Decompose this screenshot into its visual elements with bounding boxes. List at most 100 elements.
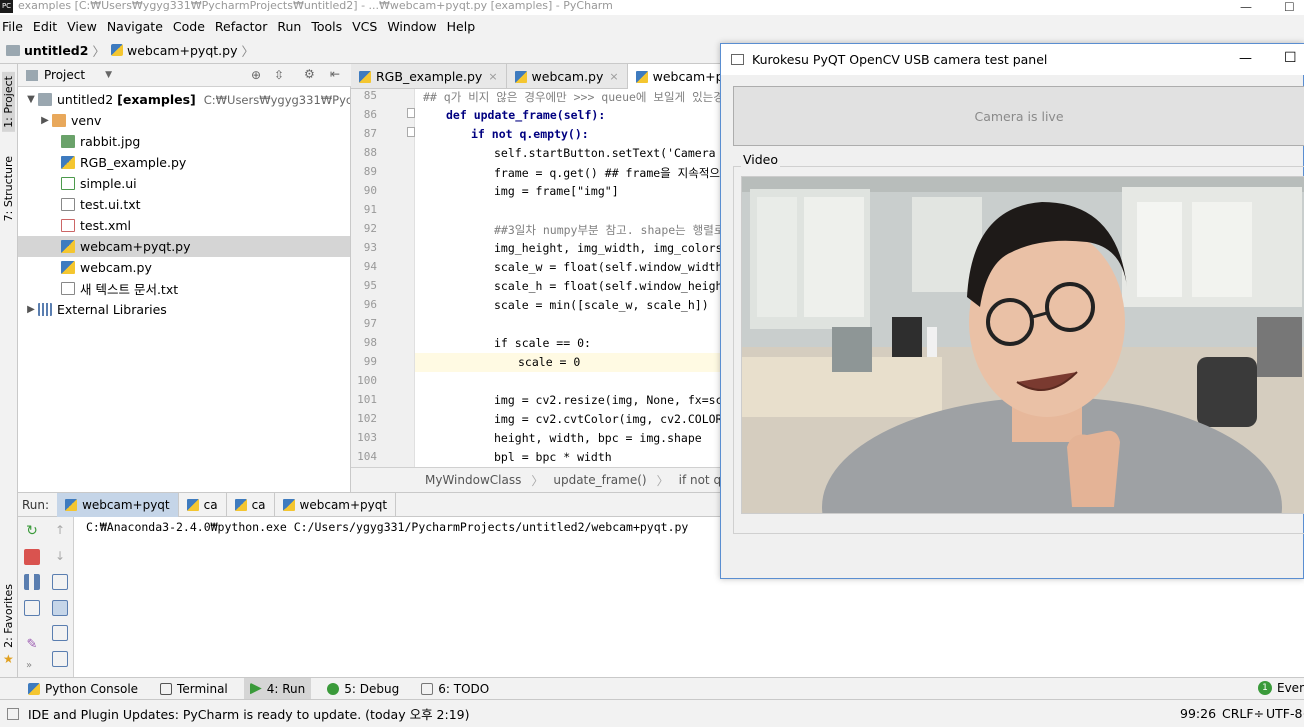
run-tab-webcam-pyqt[interactable]: webcam+pyqt (57, 492, 179, 517)
side-tab-project[interactable]: 1: Project (2, 72, 15, 132)
tab-label: webcam.py (531, 69, 604, 84)
python-file-icon (282, 498, 295, 511)
run-tab-ca[interactable]: ca (179, 492, 227, 517)
tree-item-test-xml[interactable]: test.xml (18, 215, 350, 236)
tree-item-simple-ui[interactable]: simple.ui (18, 173, 350, 194)
run-tab-label: ca (203, 497, 218, 512)
window-title-bar: PC examples [C:₩Users₩ygyg331₩PycharmProj… (0, 0, 1304, 15)
project-panel-title[interactable]: Project (44, 68, 85, 82)
code-line: img_height, img_width, img_colors = im (494, 241, 723, 255)
run-tab-label: webcam+pyqt (82, 497, 170, 512)
line-separator[interactable]: CRLF÷ (1222, 706, 1264, 721)
collapsed-arrow-icon[interactable]: ▶ (38, 115, 52, 126)
maximize-icon[interactable]: ☐ (1284, 0, 1295, 14)
rerun-icon[interactable]: ↻ (24, 523, 40, 539)
dropdown-arrow-icon[interactable]: ▼ (105, 70, 112, 80)
tree-item-test-ui-txt[interactable]: test.ui.txt (18, 194, 350, 215)
editor-gutter: 85 86 87 88 89 90 91 92 93 94 95 96 97 9… (351, 89, 415, 467)
collapse-icon[interactable]: ⇳ (274, 68, 284, 82)
tree-item-webcam[interactable]: webcam.py (18, 257, 350, 278)
file-encoding[interactable]: UTF-8÷ (1266, 706, 1304, 721)
fold-icon[interactable] (407, 127, 415, 137)
tab-webcam[interactable]: webcam.py × (507, 64, 628, 89)
close-icon[interactable]: × (488, 70, 497, 83)
menu-help[interactable]: Help (447, 19, 476, 34)
nav-file[interactable]: webcam+pyqt.py (127, 43, 238, 58)
pause-icon[interactable] (24, 574, 40, 590)
breadcrumb-class[interactable]: MyWindowClass (425, 473, 521, 487)
line-number: 102 (357, 412, 377, 425)
tree-item-webcam-pyqt[interactable]: webcam+pyqt.py (18, 236, 350, 257)
menu-edit[interactable]: Edit (33, 19, 57, 34)
menu-window[interactable]: Window (387, 19, 436, 34)
side-tab-structure[interactable]: 7: Structure (2, 156, 15, 221)
tool-debug[interactable]: 5: Debug (321, 678, 405, 699)
status-toggle-icon[interactable] (7, 707, 19, 720)
tree-item-venv[interactable]: ▶ venv (18, 110, 350, 131)
menu-tools[interactable]: Tools (311, 19, 342, 34)
menu-code[interactable]: Code (173, 19, 205, 34)
start-button[interactable]: Camera is live (733, 86, 1304, 146)
menu-view[interactable]: View (67, 19, 97, 34)
tree-item-external-libraries[interactable]: ▶ External Libraries (18, 299, 350, 320)
pin-icon[interactable]: ✎ (24, 637, 40, 653)
menu-file[interactable]: File (2, 19, 23, 34)
tool-todo[interactable]: 6: TODO (415, 678, 495, 699)
arrow-down-icon[interactable]: ↓ (52, 549, 68, 565)
arrow-up-icon[interactable]: ↑ (52, 523, 68, 539)
tool-terminal[interactable]: Terminal (154, 678, 234, 699)
hide-panel-icon[interactable]: ⇤ (330, 67, 340, 81)
fold-icon[interactable] (407, 108, 415, 118)
code-line: frame = q.get() ## frame을 지속적으로 (494, 166, 726, 180)
tree-root[interactable]: ▼ untitled2 [examples] C:₩Users₩ygyg331₩… (18, 89, 350, 110)
ui-file-icon (61, 177, 75, 190)
code-editor[interactable]: ## q가 비지 않은 경우에만 >>> queue에 보일게 있는경 def … (415, 89, 726, 467)
tool-python-console[interactable]: Python Console (22, 678, 144, 699)
layout-icon[interactable] (24, 600, 40, 616)
folder-icon (52, 114, 66, 127)
more-icon[interactable]: » (26, 660, 42, 676)
tab-rgb-example[interactable]: RGB_example.py × (351, 64, 507, 89)
code-line: ##3일차 numpy부분 참고. shape는 행렬로 (494, 223, 725, 237)
menu-navigate[interactable]: Navigate (107, 19, 163, 34)
menu-refactor[interactable]: Refactor (215, 19, 267, 34)
collapsed-arrow-icon[interactable]: ▶ (24, 304, 38, 315)
stop-icon[interactable] (24, 549, 40, 565)
root-tag: [examples] (117, 92, 196, 107)
python-file-icon (110, 44, 123, 56)
nav-project[interactable]: untitled2 (24, 43, 88, 58)
minimize-icon[interactable]: — (1239, 51, 1252, 66)
menu-run[interactable]: Run (277, 19, 301, 34)
tree-item-rgb-example[interactable]: RGB_example.py (18, 152, 350, 173)
cursor-position[interactable]: 99:26 (1180, 706, 1216, 721)
trash-icon[interactable] (52, 651, 68, 667)
tree-item-label: webcam+pyqt.py (80, 239, 191, 254)
line-number: 104 (357, 450, 377, 463)
tree-item-new-text[interactable]: 새 텍스트 문서.txt (18, 278, 350, 299)
code-line: if scale == 0: (494, 336, 591, 350)
line-number: 94 (363, 260, 377, 273)
run-tab-webcam-pyqt[interactable]: webcam+pyqt (275, 492, 397, 517)
expanded-arrow-icon[interactable]: ▼ (24, 94, 38, 105)
tool-run[interactable]: 4: Run (243, 678, 312, 699)
folder-icon (6, 44, 20, 56)
run-tab-ca[interactable]: ca (227, 492, 275, 517)
minimize-icon[interactable]: — (1240, 0, 1252, 14)
soft-wrap-icon[interactable] (52, 574, 68, 590)
scroll-to-end-icon[interactable] (52, 600, 68, 616)
line-number: 86 (363, 108, 377, 121)
target-icon[interactable]: ⊕ (251, 68, 261, 82)
side-tab-favorites[interactable]: 2: Favorites (2, 584, 15, 648)
tree-item-rabbit[interactable]: rabbit.jpg (18, 131, 350, 152)
breadcrumb-function[interactable]: update_frame() (553, 473, 646, 487)
maximize-icon[interactable]: ☐ (1284, 50, 1297, 66)
print-icon[interactable] (52, 625, 68, 641)
close-icon[interactable]: × (609, 70, 618, 83)
gear-icon[interactable]: ⚙ (304, 67, 315, 81)
line-number: 100 (357, 374, 377, 387)
library-icon (38, 303, 52, 316)
run-toolbar: ↻ ↑ ↓ ✎ » (18, 517, 74, 677)
event-log[interactable]: 1 Event (1258, 681, 1304, 695)
menu-vcs[interactable]: VCS (352, 19, 377, 34)
status-message[interactable]: IDE and Plugin Updates: PyCharm is ready… (28, 704, 470, 723)
